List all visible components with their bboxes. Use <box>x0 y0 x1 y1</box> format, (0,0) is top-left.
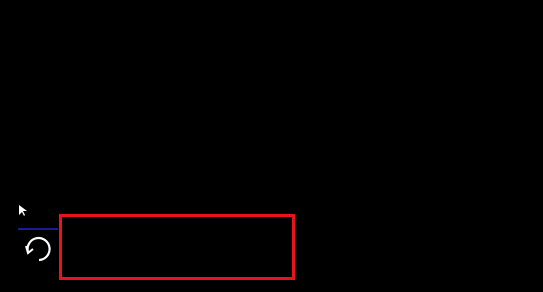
faint-caption-middle <box>255 105 335 123</box>
faint-caption-top <box>255 50 335 68</box>
mouse-pointer-icon <box>19 205 27 216</box>
refresh-icon[interactable] <box>22 232 56 266</box>
screen <box>0 0 543 292</box>
faint-option-right-lower[interactable] <box>375 238 445 254</box>
faint-option-right[interactable] <box>385 160 435 176</box>
faint-option-left[interactable] <box>160 160 200 176</box>
focus-indicator <box>18 228 58 230</box>
selection-highlight-box <box>59 214 295 280</box>
